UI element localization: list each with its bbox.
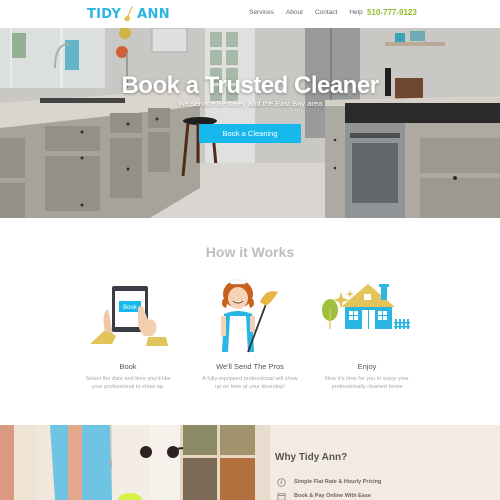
- calendar-icon: [276, 491, 286, 500]
- tablet-icon: Book: [90, 286, 168, 346]
- main-nav: Services About Contact Help: [249, 9, 375, 16]
- nav-help[interactable]: Help: [349, 9, 362, 16]
- cleaner-door-photo: [0, 425, 270, 500]
- nav-services[interactable]: Services: [249, 9, 274, 16]
- step-enjoy: Enjoy Now it's time for you to enjoy you…: [307, 274, 427, 391]
- step-description: Select the date and time you'd like your…: [85, 376, 171, 390]
- how-it-works-section: How it Works Book Book Select the date a…: [0, 218, 500, 425]
- hero-section: Book a Trusted Cleaner We service Berkel…: [0, 28, 500, 218]
- step-description: A fully-equipped professional will show …: [202, 376, 298, 390]
- maid-icon: [221, 279, 278, 353]
- logo-text-left: TIDY: [87, 6, 122, 22]
- step-book: Book Book Select the date and time you'd…: [68, 274, 188, 391]
- why-item: Simple Flat Rate & Hourly Pricing: [276, 477, 381, 487]
- step-title: We'll Send The Pros: [216, 362, 284, 371]
- site-header: TIDY ANN Services About Contact Help 510…: [0, 0, 500, 28]
- why-item-label: Book & Pay Online With Ease: [294, 493, 371, 499]
- hero-kitchen-background: [0, 28, 500, 218]
- section-title: How it Works: [205, 244, 295, 260]
- why-section: Why Tidy Ann? Simple Flat Rate & Hourly …: [0, 425, 500, 500]
- step-send-pros: We'll Send The Pros A fully-equipped pro…: [190, 274, 310, 391]
- phone-number[interactable]: 510-777-9123: [367, 8, 417, 17]
- house-illustration: [307, 274, 427, 354]
- hero-title: Book a Trusted Cleaner: [121, 72, 379, 99]
- tablet-hand-illustration: Book: [68, 274, 188, 354]
- logo-text-right: ANN: [137, 6, 170, 22]
- broom-icon: [124, 6, 133, 22]
- tablet-book-label: Book: [123, 305, 138, 311]
- house-icon: [322, 284, 410, 329]
- book-cleaning-button[interactable]: Book a Cleaning: [199, 124, 301, 143]
- clock-icon: [276, 477, 286, 487]
- hero-subtitle: We service Berkeley and the East Bay are…: [177, 99, 323, 108]
- step-title: Book: [119, 362, 137, 371]
- step-description: Now it's time for you to enjoy your prof…: [325, 376, 409, 390]
- why-item: Book & Pay Online With Ease: [276, 491, 371, 500]
- why-item-label: Simple Flat Rate & Hourly Pricing: [294, 479, 382, 485]
- logo[interactable]: TIDY ANN: [87, 6, 170, 22]
- nav-contact[interactable]: Contact: [315, 9, 337, 16]
- step-title: Enjoy: [357, 362, 377, 371]
- why-title: Why Tidy Ann?: [275, 452, 348, 463]
- maid-illustration: [190, 274, 310, 354]
- nav-about[interactable]: About: [286, 9, 303, 16]
